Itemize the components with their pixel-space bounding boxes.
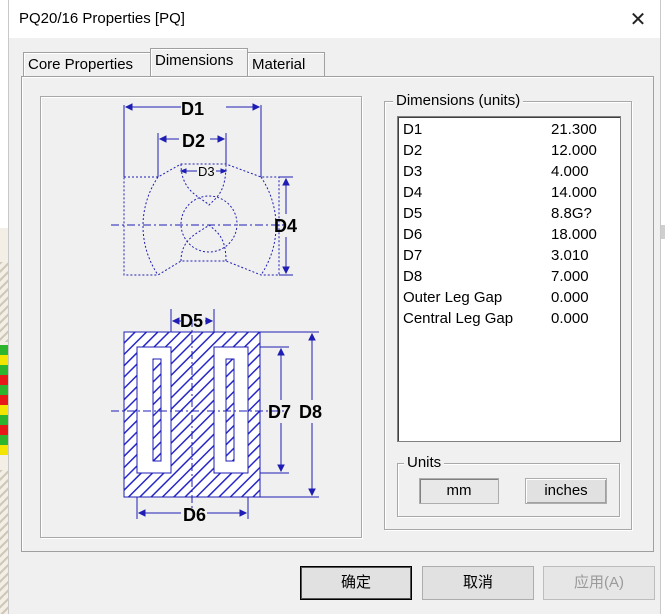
cancel-button-label: 取消: [462, 574, 493, 591]
tab-dimensions[interactable]: Dimensions: [150, 48, 248, 77]
list-item[interactable]: D5 8.8G?: [403, 203, 618, 224]
list-item[interactable]: D4 14.000: [403, 182, 618, 203]
apply-button[interactable]: 应用(A): [543, 566, 655, 600]
core-drawing-frame: D1 D2 D3 D4 D5 D6 D7 D8: [40, 96, 362, 538]
dimensions-list[interactable]: D1 21.300 D2 12.000 D3 4.000 D4 14.000 D5 8.8…: [397, 116, 621, 442]
list-item[interactable]: D6 18.000: [403, 224, 618, 245]
inches-button-label: inches: [544, 482, 588, 499]
tab-label: Dimensions: [155, 52, 234, 69]
label-d6: D6: [183, 505, 206, 525]
dimensions-group-label: Dimensions (units): [393, 93, 524, 109]
apply-button-label: 应用(A): [574, 574, 624, 591]
dimensions-group: Dimensions (units) D1 21.300 D2 12.000 D3 4…: [384, 93, 632, 530]
cancel-button[interactable]: 取消: [422, 566, 534, 600]
list-item[interactable]: D1 21.300: [403, 119, 618, 140]
window-title: PQ20/16 Properties [PQ]: [19, 10, 185, 27]
list-item[interactable]: D3 4.000: [403, 161, 618, 182]
label-d3: D3: [198, 164, 215, 179]
list-item[interactable]: Central Leg Gap 0.000: [403, 308, 618, 329]
units-group-label: Units: [404, 455, 445, 471]
label-d4: D4: [274, 216, 297, 236]
dimensions-panel: D1 D2 D3 D4 D5 D6 D7 D8 Dimensions (unit…: [21, 76, 654, 552]
tab-label: Core Properties: [28, 56, 134, 73]
label-d5: D5: [180, 311, 203, 331]
close-icon: ✕: [629, 8, 647, 31]
inches-button[interactable]: inches: [525, 478, 607, 504]
label-d7: D7: [268, 402, 291, 422]
mm-button-label: mm: [446, 482, 472, 499]
mm-button[interactable]: mm: [419, 478, 499, 504]
ok-button-label: 确定: [340, 574, 371, 591]
tab-core-properties[interactable]: Core Properties: [23, 52, 159, 77]
list-item[interactable]: D2 12.000: [403, 140, 618, 161]
close-button[interactable]: ✕: [623, 4, 653, 34]
label-d1: D1: [181, 99, 204, 119]
core-dimension-drawing: D1 D2 D3 D4 D5 D6 D7 D8: [111, 99, 322, 525]
units-group: Units mm inches: [397, 455, 620, 517]
tab-label: Material: [252, 56, 306, 73]
list-item[interactable]: D7 3.010: [403, 245, 618, 266]
title-bar: PQ20/16 Properties [PQ] ✕: [9, 0, 660, 38]
tab-material[interactable]: Material: [247, 52, 325, 77]
label-d2: D2: [182, 131, 205, 151]
list-item[interactable]: D8 7.000: [403, 266, 618, 287]
ok-button[interactable]: 确定: [300, 566, 412, 600]
properties-dialog: PQ20/16 Properties [PQ] ✕ Core Propertie…: [8, 0, 661, 614]
label-d8: D8: [299, 402, 322, 422]
list-item[interactable]: Outer Leg Gap 0.000: [403, 287, 618, 308]
